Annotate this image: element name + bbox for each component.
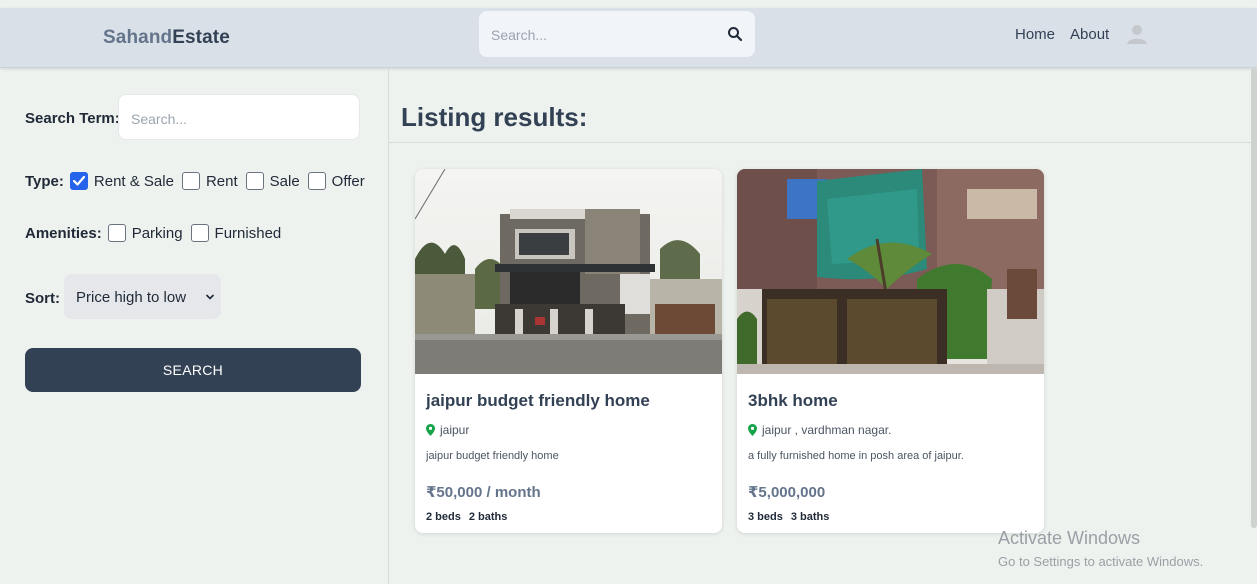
listing-description: jaipur budget friendly home bbox=[426, 450, 559, 462]
type-label: Type: bbox=[25, 172, 64, 190]
search-icon[interactable] bbox=[727, 26, 743, 42]
sale-label: Sale bbox=[269, 172, 300, 190]
listing-title[interactable]: 3bhk home bbox=[748, 391, 838, 411]
listing-card[interactable]: 3bhk home jaipur , vardhman nagar. a ful… bbox=[737, 169, 1044, 533]
listing-location-text: jaipur , vardhman nagar. bbox=[762, 423, 892, 437]
listing-description: a fully furnished home in posh area of j… bbox=[748, 450, 964, 462]
parking-label: Parking bbox=[131, 224, 183, 242]
listing-title[interactable]: jaipur budget friendly home bbox=[426, 391, 650, 411]
listing-card[interactable]: jaipur budget friendly home jaipur jaipu… bbox=[415, 169, 722, 533]
watermark-title: Activate Windows bbox=[998, 528, 1141, 548]
listing-specs: 3 beds 3 baths bbox=[748, 511, 837, 523]
listing-specs: 2 beds 2 baths bbox=[426, 511, 515, 523]
watermark-subtitle: Go to Settings to activate Windows. bbox=[998, 554, 1204, 569]
search-term-placeholder: Search... bbox=[131, 111, 188, 127]
rent-and-sale-label: Rent & Sale bbox=[93, 172, 174, 190]
nav-home-link[interactable]: Home bbox=[1015, 26, 1055, 43]
furnished-checkbox[interactable] bbox=[190, 224, 209, 242]
listing-location: jaipur , vardhman nagar. bbox=[748, 423, 891, 437]
sale-checkbox[interactable] bbox=[245, 172, 264, 190]
furnished-label: Furnished bbox=[214, 224, 282, 242]
user-avatar-icon[interactable] bbox=[1126, 23, 1148, 45]
listing-beds: 3 beds bbox=[748, 511, 783, 523]
filter-sidebar: Search Term: Search... Type: Rent & Sale… bbox=[0, 68, 389, 584]
nav-about-link[interactable]: About bbox=[1070, 26, 1109, 43]
check-icon bbox=[72, 175, 86, 186]
map-pin-icon bbox=[748, 424, 757, 436]
listing-photo[interactable] bbox=[415, 169, 722, 374]
listing-beds: 2 beds bbox=[426, 511, 461, 523]
sort-select[interactable]: Price high to low bbox=[64, 274, 221, 319]
windows-activation-watermark: Activate Windows Go to Settings to activ… bbox=[998, 528, 1203, 569]
header-search-placeholder: Search... bbox=[491, 27, 548, 43]
search-button[interactable]: SEARCH bbox=[25, 348, 361, 392]
chevron-down-icon bbox=[205, 294, 215, 300]
sort-selected-value: Price high to low bbox=[76, 289, 187, 306]
listing-baths: 2 baths bbox=[468, 511, 508, 523]
sort-label: Sort: bbox=[25, 290, 60, 307]
offer-checkbox[interactable] bbox=[307, 172, 326, 190]
listing-photo[interactable] bbox=[737, 169, 1044, 374]
listing-location-text: jaipur bbox=[440, 423, 470, 437]
rent-checkbox[interactable] bbox=[181, 172, 200, 190]
top-navbar: SahandEstate Search... Home About bbox=[0, 8, 1257, 68]
amenities-label: Amenities: bbox=[25, 224, 102, 242]
page-scrollbar[interactable] bbox=[1251, 68, 1257, 528]
amenities-filter-row: Amenities: Parking Furnished bbox=[25, 224, 289, 242]
header-search-input[interactable]: Search... bbox=[479, 11, 755, 57]
site-logo[interactable]: SahandEstate bbox=[103, 27, 230, 49]
search-term-label: Search Term: bbox=[25, 110, 120, 127]
search-term-input[interactable]: Search... bbox=[118, 94, 360, 140]
listing-baths: 3 baths bbox=[790, 511, 830, 523]
rent-and-sale-checkbox[interactable] bbox=[69, 172, 88, 190]
offer-label: Offer bbox=[331, 172, 365, 190]
results-panel: Listing results: jaipur budget friendly … bbox=[389, 68, 1257, 584]
listing-location: jaipur bbox=[426, 423, 469, 437]
rent-label: Rent bbox=[205, 172, 238, 190]
listing-price: ₹5,000,000 bbox=[748, 484, 826, 501]
logo-part-1: Sahand bbox=[103, 27, 173, 48]
type-filter-row: Type: Rent & Sale Rent Sale Offer bbox=[25, 172, 373, 190]
listing-price: ₹50,000 / month bbox=[426, 484, 541, 501]
results-divider bbox=[389, 142, 1257, 143]
logo-part-2: Estate bbox=[172, 27, 230, 48]
parking-checkbox[interactable] bbox=[107, 224, 126, 242]
map-pin-icon bbox=[426, 424, 435, 436]
listing-results-title: Listing results: bbox=[401, 102, 588, 132]
